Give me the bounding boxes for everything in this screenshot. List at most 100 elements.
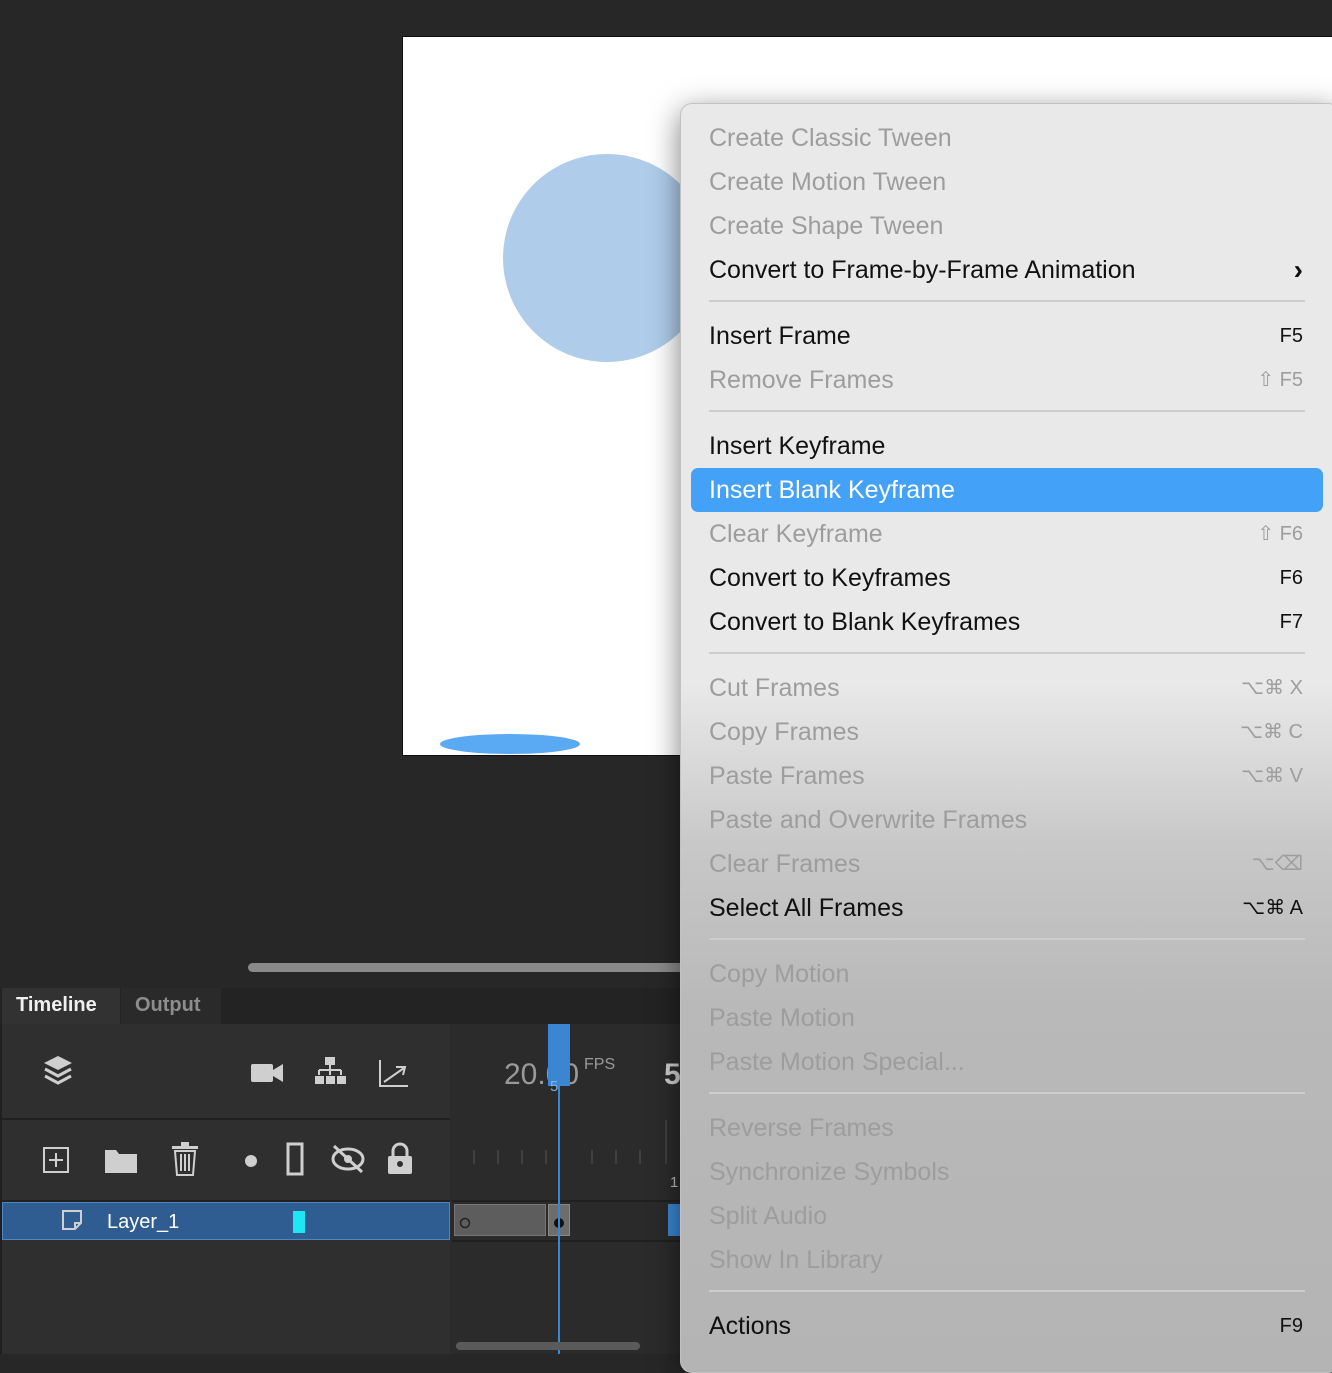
menu-item-label: Insert Frame [709, 322, 851, 350]
menu-item-label: Insert Blank Keyframe [709, 476, 955, 504]
menu-item-create-motion-tween[interactable]: Create Motion Tween [691, 160, 1323, 204]
menu-item-label: Paste Motion [709, 1004, 855, 1032]
trash-icon[interactable] [170, 1142, 200, 1176]
menu-item-paste-motion-special[interactable]: Paste Motion Special... [691, 1040, 1323, 1084]
menu-separator [709, 1290, 1305, 1292]
menu-item-paste-motion[interactable]: Paste Motion [691, 996, 1323, 1040]
menu-item-label: Reverse Frames [709, 1114, 894, 1142]
chevron-right-icon: › [1293, 254, 1303, 285]
frame-span[interactable] [454, 1204, 546, 1236]
fps-label: FPS [584, 1056, 616, 1073]
layer-pane: Layer_1 [2, 1024, 450, 1354]
menu-item-insert-frame[interactable]: Insert Frame F5 [691, 314, 1323, 358]
menu-item-shortcut: F6 [1279, 567, 1303, 589]
tab-output[interactable]: Output [121, 988, 221, 1024]
layer-tools [2, 1120, 450, 1202]
outline-icon[interactable] [286, 1142, 304, 1176]
menu-item-label: Paste Frames [709, 762, 865, 790]
menu-item-synchronize-symbols[interactable]: Synchronize Symbols [691, 1150, 1323, 1194]
layer-name[interactable]: Layer_1 [107, 1211, 179, 1234]
menu-item-label: Remove Frames [709, 366, 894, 394]
menu-separator [709, 300, 1305, 302]
menu-item-show-in-library[interactable]: Show In Library [691, 1238, 1323, 1282]
menu-separator [709, 938, 1305, 940]
menu-separator [709, 410, 1305, 412]
menu-item-shortcut: ⌥⌫ [1251, 853, 1303, 875]
timeline-scrollbar[interactable] [456, 1342, 640, 1350]
dot-icon[interactable] [244, 1154, 258, 1168]
menu-item-copy-motion[interactable]: Copy Motion [691, 952, 1323, 996]
tab-timeline[interactable]: Timeline [2, 988, 120, 1024]
menu-item-label: Show In Library [709, 1246, 883, 1274]
new-folder-icon[interactable] [104, 1146, 138, 1174]
layer-row[interactable]: Layer_1 [2, 1202, 450, 1240]
menu-item-insert-keyframe[interactable]: Insert Keyframe [691, 424, 1323, 468]
menu-item-shortcut: ⌥⌘ X [1241, 677, 1303, 699]
menu-item-clear-keyframe[interactable]: Clear Keyframe ⇧ F6 [691, 512, 1323, 556]
menu-item-actions[interactable]: Actions F9 [691, 1304, 1323, 1348]
menu-item-label: Copy Motion [709, 960, 850, 988]
timeline-toolbar [2, 1024, 450, 1120]
menu-item-convert-to-blank-keyframes[interactable]: Convert to Blank Keyframes F7 [691, 600, 1323, 644]
menu-item-shortcut: ⌥⌘ C [1239, 721, 1303, 743]
menu-item-copy-frames[interactable]: Copy Frames ⌥⌘ C [691, 710, 1323, 754]
current-frame-value[interactable]: 5 [664, 1058, 681, 1092]
menu-item-clear-frames[interactable]: Clear Frames ⌥⌫ [691, 842, 1323, 886]
empty-keyframe-icon [459, 1217, 471, 1229]
menu-item-paste-and-overwrite-frames[interactable]: Paste and Overwrite Frames [691, 798, 1323, 842]
menu-item-create-classic-tween[interactable]: Create Classic Tween [691, 116, 1323, 160]
menu-item-label: Convert to Frame-by-Frame Animation [709, 256, 1136, 284]
menu-item-label: Insert Keyframe [709, 432, 886, 460]
menu-item-label: Actions [709, 1312, 791, 1340]
menu-separator [709, 652, 1305, 654]
hierarchy-icon[interactable] [314, 1056, 346, 1086]
menu-item-select-all-frames[interactable]: Select All Frames ⌥⌘ A [691, 886, 1323, 930]
menu-item-label: Create Motion Tween [709, 168, 947, 196]
menu-item-label: Create Classic Tween [709, 124, 952, 152]
ruler-label: 1 [670, 1174, 679, 1191]
layer-icon [62, 1210, 82, 1230]
menu-item-label: Copy Frames [709, 718, 860, 746]
menu-item-label: Paste Motion Special... [709, 1048, 965, 1076]
menu-item-cut-frames[interactable]: Cut Frames ⌥⌘ X [691, 666, 1323, 710]
menu-item-shortcut: F9 [1279, 1315, 1303, 1337]
menu-item-shortcut: ⌥⌘ V [1241, 765, 1303, 787]
menu-item-label: Clear Frames [709, 850, 861, 878]
playhead-line [558, 1084, 560, 1354]
context-menu: Create Classic Tween Create Motion Tween C… [680, 103, 1332, 1373]
lock-icon[interactable] [386, 1142, 414, 1176]
graph-icon[interactable] [378, 1058, 410, 1088]
keyframe-icon [554, 1218, 564, 1228]
stage-horizontal-scrollbar[interactable] [248, 963, 688, 972]
new-layer-icon[interactable] [42, 1146, 70, 1174]
menu-item-label: Create Shape Tween [709, 212, 944, 240]
menu-item-convert-to-frame-by-frame-animation[interactable]: Convert to Frame-by-Frame Animation › [691, 248, 1323, 292]
menu-item-convert-to-keyframes[interactable]: Convert to Keyframes F6 [691, 556, 1323, 600]
menu-item-remove-frames[interactable]: Remove Frames ⇧ F5 [691, 358, 1323, 402]
menu-item-label: Paste and Overwrite Frames [709, 806, 1028, 834]
menu-item-shortcut: F5 [1279, 325, 1303, 347]
menu-item-paste-frames[interactable]: Paste Frames ⌥⌘ V [691, 754, 1323, 798]
menu-item-reverse-frames[interactable]: Reverse Frames [691, 1106, 1323, 1150]
layer-color-swatch[interactable] [293, 1211, 305, 1233]
menu-item-label: Convert to Blank Keyframes [709, 608, 1021, 636]
menu-item-create-shape-tween[interactable]: Create Shape Tween [691, 204, 1323, 248]
menu-item-label: Clear Keyframe [709, 520, 883, 548]
menu-item-label: Split Audio [709, 1202, 828, 1230]
ellipse-shape[interactable] [440, 734, 580, 754]
menu-separator [709, 1092, 1305, 1094]
menu-item-shortcut: ⌥⌘ A [1242, 897, 1303, 919]
menu-item-label: Cut Frames [709, 674, 840, 702]
layers-icon[interactable] [42, 1054, 74, 1088]
menu-item-label: Convert to Keyframes [709, 564, 951, 592]
menu-item-split-audio[interactable]: Split Audio [691, 1194, 1323, 1238]
playhead-handle[interactable] [548, 1024, 570, 1086]
camera-icon[interactable] [250, 1062, 284, 1084]
hide-icon[interactable] [330, 1144, 366, 1174]
menu-item-label: Synchronize Symbols [709, 1158, 950, 1186]
menu-item-label: Select All Frames [709, 894, 904, 922]
menu-item-shortcut: F7 [1279, 611, 1303, 633]
menu-item-shortcut: ⇧ F5 [1257, 369, 1303, 391]
menu-item-insert-blank-keyframe[interactable]: Insert Blank Keyframe [691, 468, 1323, 512]
menu-item-shortcut: ⇧ F6 [1257, 523, 1303, 545]
